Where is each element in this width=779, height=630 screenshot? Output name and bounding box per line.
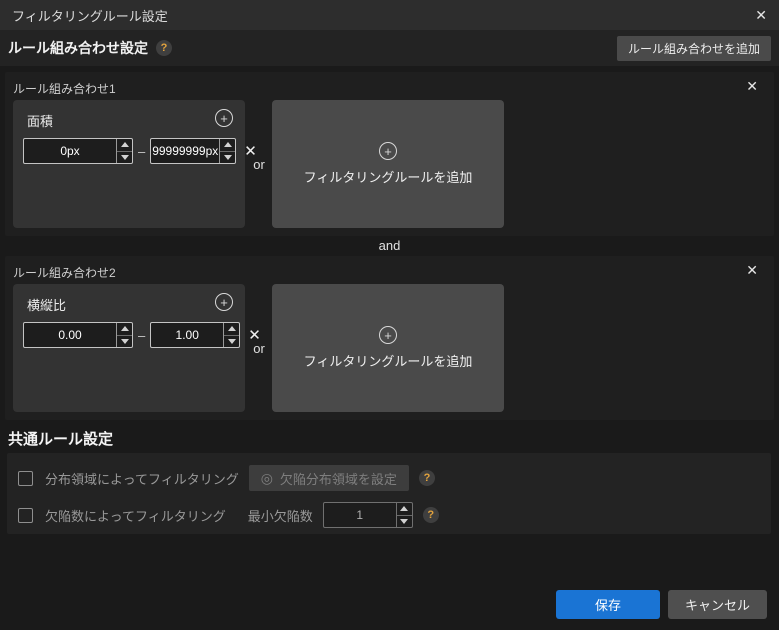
filtering-rule-dialog: フィルタリングルール設定 ✕ ルール組み合わせ設定 ? ルール組み合わせを追加 … (0, 0, 779, 630)
spin-down-button[interactable] (117, 152, 132, 164)
min-value-input[interactable]: 0px (24, 139, 116, 163)
min-value-spinbox[interactable]: 0px (23, 138, 133, 164)
add-rule-icon[interactable]: + (215, 109, 233, 127)
triangle-down-icon (120, 154, 129, 160)
triangle-down-icon (120, 338, 129, 344)
triangle-up-icon (400, 506, 409, 512)
spin-buttons (223, 323, 240, 348)
rule-group-2: ルール組み合わせ2 ✕ 横縦比 + 0.00 – 1.00 ✕ or + フィル… (5, 256, 774, 420)
rule-group-2-close-icon[interactable]: ✕ (746, 262, 758, 279)
spin-buttons (116, 139, 132, 163)
or-label: or (253, 340, 265, 356)
help-icon[interactable]: ? (418, 470, 435, 486)
spin-down-button[interactable] (220, 152, 235, 164)
min-value-spinbox[interactable]: 0.00 (23, 322, 133, 348)
defect-count-filter-checkbox[interactable] (18, 507, 33, 523)
add-filtering-rule-button[interactable]: + フィルタリングルールを追加 (272, 284, 504, 412)
plus-circle-icon: + (379, 142, 397, 160)
defect-count-filter-row: 欠陥数によってフィルタリング 最小欠陥数 1 ? (18, 502, 439, 528)
rule-group-1-close-icon[interactable]: ✕ (746, 78, 758, 95)
spin-buttons (395, 503, 412, 528)
rule-group-1: ルール組み合わせ1 ✕ 面積 + 0px – 99999999px ✕ or +… (5, 72, 774, 236)
region-target-icon: ◎ (260, 470, 273, 486)
add-filtering-rule-button[interactable]: + フィルタリングルールを追加 (272, 100, 504, 228)
spin-down-button[interactable] (397, 516, 412, 528)
help-icon[interactable]: ? (156, 40, 172, 56)
add-rule-icon[interactable]: + (215, 293, 233, 311)
triangle-down-icon (223, 154, 232, 160)
max-value-spinbox[interactable]: 99999999px (150, 138, 237, 164)
add-rule-combination-button[interactable]: ルール組み合わせを追加 (616, 36, 771, 61)
spin-buttons (116, 323, 132, 347)
dialog-title: フィルタリングルール設定 (12, 8, 168, 24)
min-defect-count-input[interactable]: 1 (324, 503, 396, 527)
set-defect-region-label: 欠陥分布領域を設定 (279, 471, 397, 487)
rule-group-2-title: ルール組み合わせ2 (13, 266, 116, 280)
triangle-down-icon (227, 338, 236, 344)
spin-down-button[interactable] (117, 336, 132, 348)
range-dash: – (138, 143, 146, 159)
range-dash: – (138, 327, 146, 343)
spin-up-button[interactable] (220, 139, 236, 152)
triangle-up-icon (223, 142, 232, 148)
section-title-common-rules: 共通ルール設定 (8, 431, 114, 448)
min-defect-count-spinbox[interactable]: 1 (322, 502, 413, 528)
rule-combination-header: ルール組み合わせ設定 ? ルール組み合わせを追加 (0, 30, 779, 66)
common-rules-panel: 分布領域によってフィルタリング ◎ 欠陥分布領域を設定 ? 欠陥数によってフィル… (7, 453, 771, 534)
rule-card-area: 面積 + 0px – 99999999px ✕ (13, 100, 257, 228)
max-value-input[interactable]: 99999999px (151, 139, 219, 163)
or-label: or (253, 156, 265, 172)
cancel-button[interactable]: キャンセル (668, 590, 767, 619)
add-filtering-rule-label: フィルタリングルールを追加 (303, 354, 473, 369)
spin-down-button[interactable] (224, 336, 239, 348)
distribution-filter-label: 分布領域によってフィルタリング (45, 471, 239, 487)
section-title-rule-combination: ルール組み合わせ設定 (8, 40, 148, 56)
rule-name-label: 横縦比 (27, 298, 67, 313)
triangle-down-icon (400, 518, 409, 524)
triangle-up-icon (120, 326, 129, 332)
spin-up-button[interactable] (117, 139, 132, 152)
close-icon[interactable]: ✕ (755, 8, 767, 22)
plus-circle-icon: + (379, 326, 397, 344)
and-label: and (378, 238, 401, 253)
range-row: 0.00 – 1.00 ✕ (23, 322, 261, 348)
help-icon[interactable]: ? (422, 507, 439, 523)
rule-name-label: 面積 (27, 114, 54, 129)
titlebar: フィルタリングルール設定 ✕ (0, 0, 779, 30)
spin-up-button[interactable] (224, 323, 240, 336)
defect-count-filter-label: 欠陥数によってフィルタリング (45, 508, 226, 524)
spin-up-button[interactable] (396, 503, 412, 516)
triangle-up-icon (227, 326, 236, 332)
add-filtering-rule-label: フィルタリングルールを追加 (303, 170, 473, 185)
rule-card-aspect: 横縦比 + 0.00 – 1.00 ✕ (13, 284, 261, 412)
distribution-filter-row: 分布領域によってフィルタリング ◎ 欠陥分布領域を設定 ? (18, 465, 435, 491)
min-value-input[interactable]: 0.00 (24, 323, 116, 347)
max-value-spinbox[interactable]: 1.00 (150, 322, 241, 348)
spin-buttons (219, 139, 236, 164)
range-row: 0px – 99999999px ✕ (23, 138, 257, 164)
triangle-up-icon (120, 142, 129, 148)
rule-group-1-title: ルール組み合わせ1 (13, 82, 116, 96)
max-value-input[interactable]: 1.00 (151, 323, 223, 347)
distribution-filter-checkbox[interactable] (18, 470, 33, 486)
min-defect-count-label: 最小欠陥数 (247, 508, 313, 524)
spin-up-button[interactable] (117, 323, 132, 336)
save-button[interactable]: 保存 (556, 590, 660, 619)
set-defect-region-button[interactable]: ◎ 欠陥分布領域を設定 (248, 465, 409, 491)
